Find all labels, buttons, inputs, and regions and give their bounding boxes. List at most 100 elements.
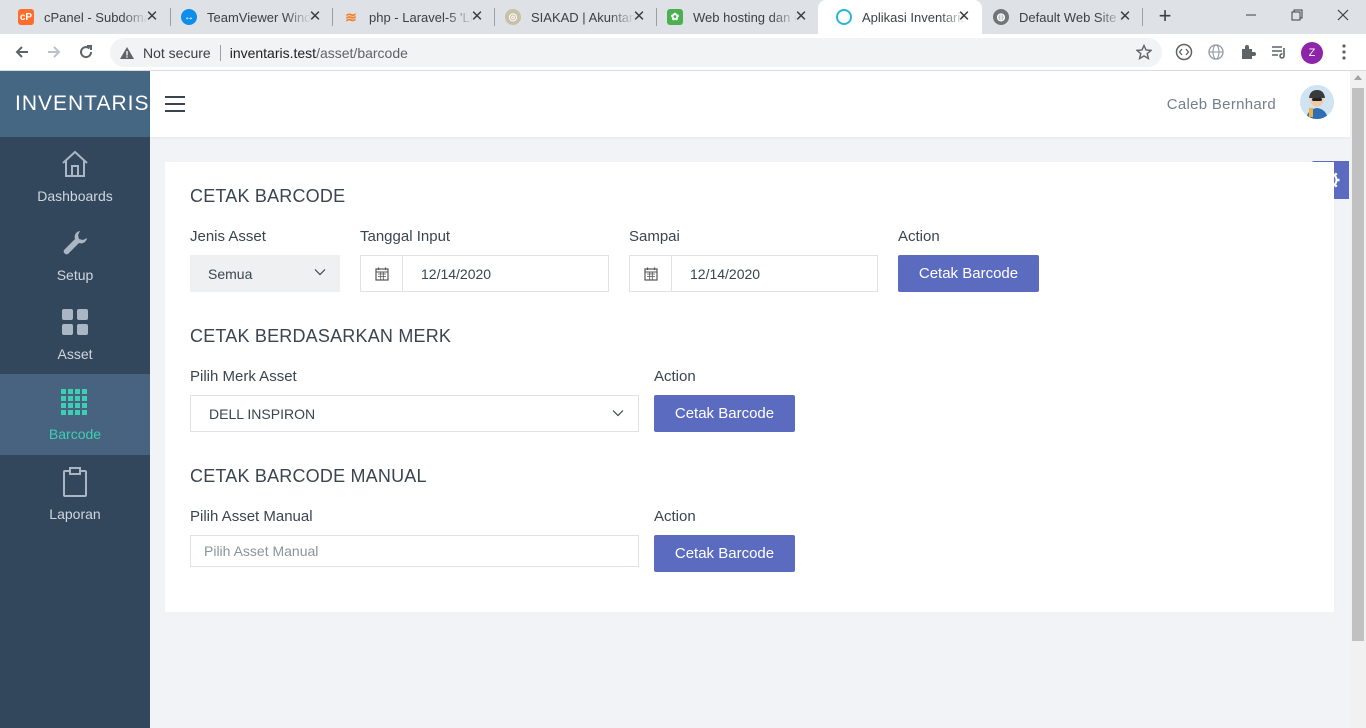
- page-scrollbar[interactable]: [1350, 71, 1366, 728]
- browser-tab-bar: cP cPanel - Subdomains ✕ ↔ TeamViewer Wi…: [0, 0, 1366, 34]
- action-label: Action: [898, 228, 940, 245]
- extensions-puzzle-icon[interactable]: [1238, 42, 1258, 62]
- home-icon: [60, 149, 90, 179]
- url-path: /asset/barcode: [316, 44, 408, 61]
- sidebar-item-setup[interactable]: Setup: [0, 216, 150, 295]
- close-tab-icon[interactable]: ✕: [144, 9, 160, 25]
- teamviewer-favicon-icon: ↔: [181, 9, 197, 25]
- new-tab-button[interactable]: +: [1154, 5, 1176, 28]
- menu-toggle-icon[interactable]: [165, 96, 185, 112]
- jenis-asset-label: Jenis Asset: [190, 228, 266, 245]
- sidebar-item-barcode[interactable]: Barcode: [0, 374, 150, 455]
- browser-tab-stackoverflow[interactable]: ≋ php - Laravel-5 'LIKE' ✕: [325, 0, 495, 34]
- close-tab-icon[interactable]: ✕: [469, 9, 485, 25]
- merk-asset-select[interactable]: DELL INSPIRON: [190, 395, 639, 432]
- sidebar-item-label: Barcode: [48, 426, 102, 442]
- cetak-barcode-button[interactable]: Cetak Barcode: [898, 255, 1039, 292]
- cetak-barcode-merk-button[interactable]: Cetak Barcode: [654, 395, 795, 432]
- tab-title: php - Laravel-5 'LIKE': [369, 9, 473, 25]
- reload-icon[interactable]: [74, 40, 98, 64]
- tab-title: Web hosting dan domain: [693, 9, 797, 25]
- tab-title: SIAKAD | Akuntansi: [531, 9, 635, 25]
- browser-tab-teamviewer[interactable]: ↔ TeamViewer Windows ✕: [163, 0, 333, 34]
- profile-avatar[interactable]: Z: [1301, 42, 1323, 64]
- barcode-card: CETAK BARCODE Jenis Asset Semua Tanggal …: [165, 162, 1334, 612]
- browser-menu-icon[interactable]: [1334, 42, 1354, 62]
- asset-manual-input[interactable]: Pilih Asset Manual: [190, 535, 639, 567]
- avatar[interactable]: [1300, 85, 1334, 119]
- tab-title: cPanel - Subdomains: [44, 9, 148, 25]
- brand-logo[interactable]: INVENTARIS: [0, 71, 150, 137]
- browser-tab-siakad[interactable]: ◎ SIAKAD | Akuntansi ✕: [487, 0, 657, 34]
- browser-tab-cpanel[interactable]: cP cPanel - Subdomains ✕: [0, 0, 170, 34]
- chevron-down-icon: [612, 410, 624, 417]
- sidebar-item-dashboards[interactable]: Dashboards: [0, 137, 150, 216]
- tab-title: Default Web Site Page: [1019, 9, 1123, 25]
- browser-tab-default-site[interactable]: ◍ Default Web Site Page ✕: [975, 0, 1143, 34]
- bookmark-star-icon[interactable]: [1136, 44, 1152, 60]
- globe-favicon-icon: ◍: [993, 9, 1009, 25]
- calendar-icon[interactable]: [361, 256, 403, 291]
- address-bar[interactable]: Not secure inventaris.test/asset/barcode: [110, 38, 1162, 67]
- back-icon[interactable]: [10, 40, 34, 64]
- extension-globe-icon[interactable]: [1206, 42, 1226, 62]
- app-header: Caleb Bernhard: [150, 71, 1350, 137]
- tanggal-input-group[interactable]: 12/14/2020: [360, 255, 609, 292]
- browser-toolbar: Not secure inventaris.test/asset/barcode…: [0, 34, 1366, 71]
- sidebar-item-label: Setup: [56, 267, 94, 283]
- sampai-input-group[interactable]: 12/14/2020: [629, 255, 878, 292]
- tab-title: TeamViewer Windows: [207, 9, 311, 25]
- minimize-button[interactable]: [1228, 0, 1274, 30]
- tanggal-input-label: Tanggal Input: [360, 228, 451, 245]
- browser-tab-webhosting[interactable]: ✿ Web hosting dan domain ✕: [649, 0, 819, 34]
- close-tab-icon[interactable]: ✕: [1117, 9, 1133, 25]
- siakad-favicon-icon: ◎: [505, 9, 521, 25]
- sidebar-item-laporan[interactable]: Laporan: [0, 455, 150, 534]
- pilih-asset-manual-label: Pilih Asset Manual: [190, 508, 313, 525]
- barcode-grid-icon: [60, 387, 90, 417]
- media-queue-icon[interactable]: [1269, 42, 1289, 62]
- restore-button[interactable]: [1274, 0, 1320, 30]
- user-name[interactable]: Caleb Bernhard: [1167, 96, 1276, 113]
- stackoverflow-favicon-icon: ≋: [345, 8, 357, 25]
- warning-icon[interactable]: [119, 45, 135, 61]
- chevron-down-icon: [314, 269, 326, 276]
- close-tab-icon[interactable]: ✕: [793, 9, 809, 25]
- jenis-asset-select[interactable]: Semua: [190, 255, 340, 292]
- cetak-barcode-manual-button[interactable]: Cetak Barcode: [654, 535, 795, 572]
- not-secure-label: Not secure: [143, 44, 211, 61]
- sidebar-item-asset[interactable]: Asset: [0, 295, 150, 374]
- jenis-asset-value: Semua: [208, 265, 253, 282]
- sidebar-item-label: Laporan: [49, 506, 101, 522]
- close-tab-icon[interactable]: ✕: [631, 9, 647, 25]
- clipboard-icon: [60, 467, 90, 497]
- section-title-cetak-barcode: CETAK BARCODE: [190, 186, 346, 206]
- scroll-thumb[interactable]: [1352, 88, 1364, 641]
- section-title-cetak-manual: CETAK BARCODE MANUAL: [190, 466, 427, 486]
- tab-title: Aplikasi Inventaris: [862, 9, 966, 25]
- calendar-icon[interactable]: [630, 256, 672, 291]
- inventaris-favicon-icon: [836, 9, 852, 25]
- action-label: Action: [654, 368, 696, 385]
- grid-icon: [60, 307, 90, 337]
- sampai-input-field[interactable]: 12/14/2020: [672, 256, 760, 291]
- sampai-label: Sampai: [629, 228, 680, 245]
- wrench-icon: [60, 228, 90, 258]
- forward-icon[interactable]: [42, 40, 66, 64]
- close-tab-icon[interactable]: ✕: [956, 9, 972, 25]
- action-label: Action: [654, 508, 696, 525]
- url-host: inventaris.test: [229, 44, 317, 61]
- sidebar: INVENTARIS Dashboards Setup Asset Barcod…: [0, 71, 150, 728]
- sidebar-item-label: Asset: [57, 346, 93, 362]
- scroll-up-arrow-icon[interactable]: [1354, 75, 1362, 80]
- close-tab-icon[interactable]: ✕: [307, 9, 323, 25]
- webhosting-favicon-icon: ✿: [667, 9, 683, 25]
- pilih-merk-label: Pilih Merk Asset: [190, 368, 297, 385]
- extension-code-icon[interactable]: [1174, 42, 1194, 62]
- cpanel-favicon-icon: cP: [18, 9, 34, 25]
- tanggal-input-field[interactable]: 12/14/2020: [403, 256, 491, 291]
- browser-tab-inventaris[interactable]: Aplikasi Inventaris ✕: [818, 0, 982, 34]
- merk-asset-value: DELL INSPIRON: [209, 405, 316, 422]
- close-window-button[interactable]: [1320, 0, 1366, 30]
- sidebar-item-label: Dashboards: [37, 188, 113, 204]
